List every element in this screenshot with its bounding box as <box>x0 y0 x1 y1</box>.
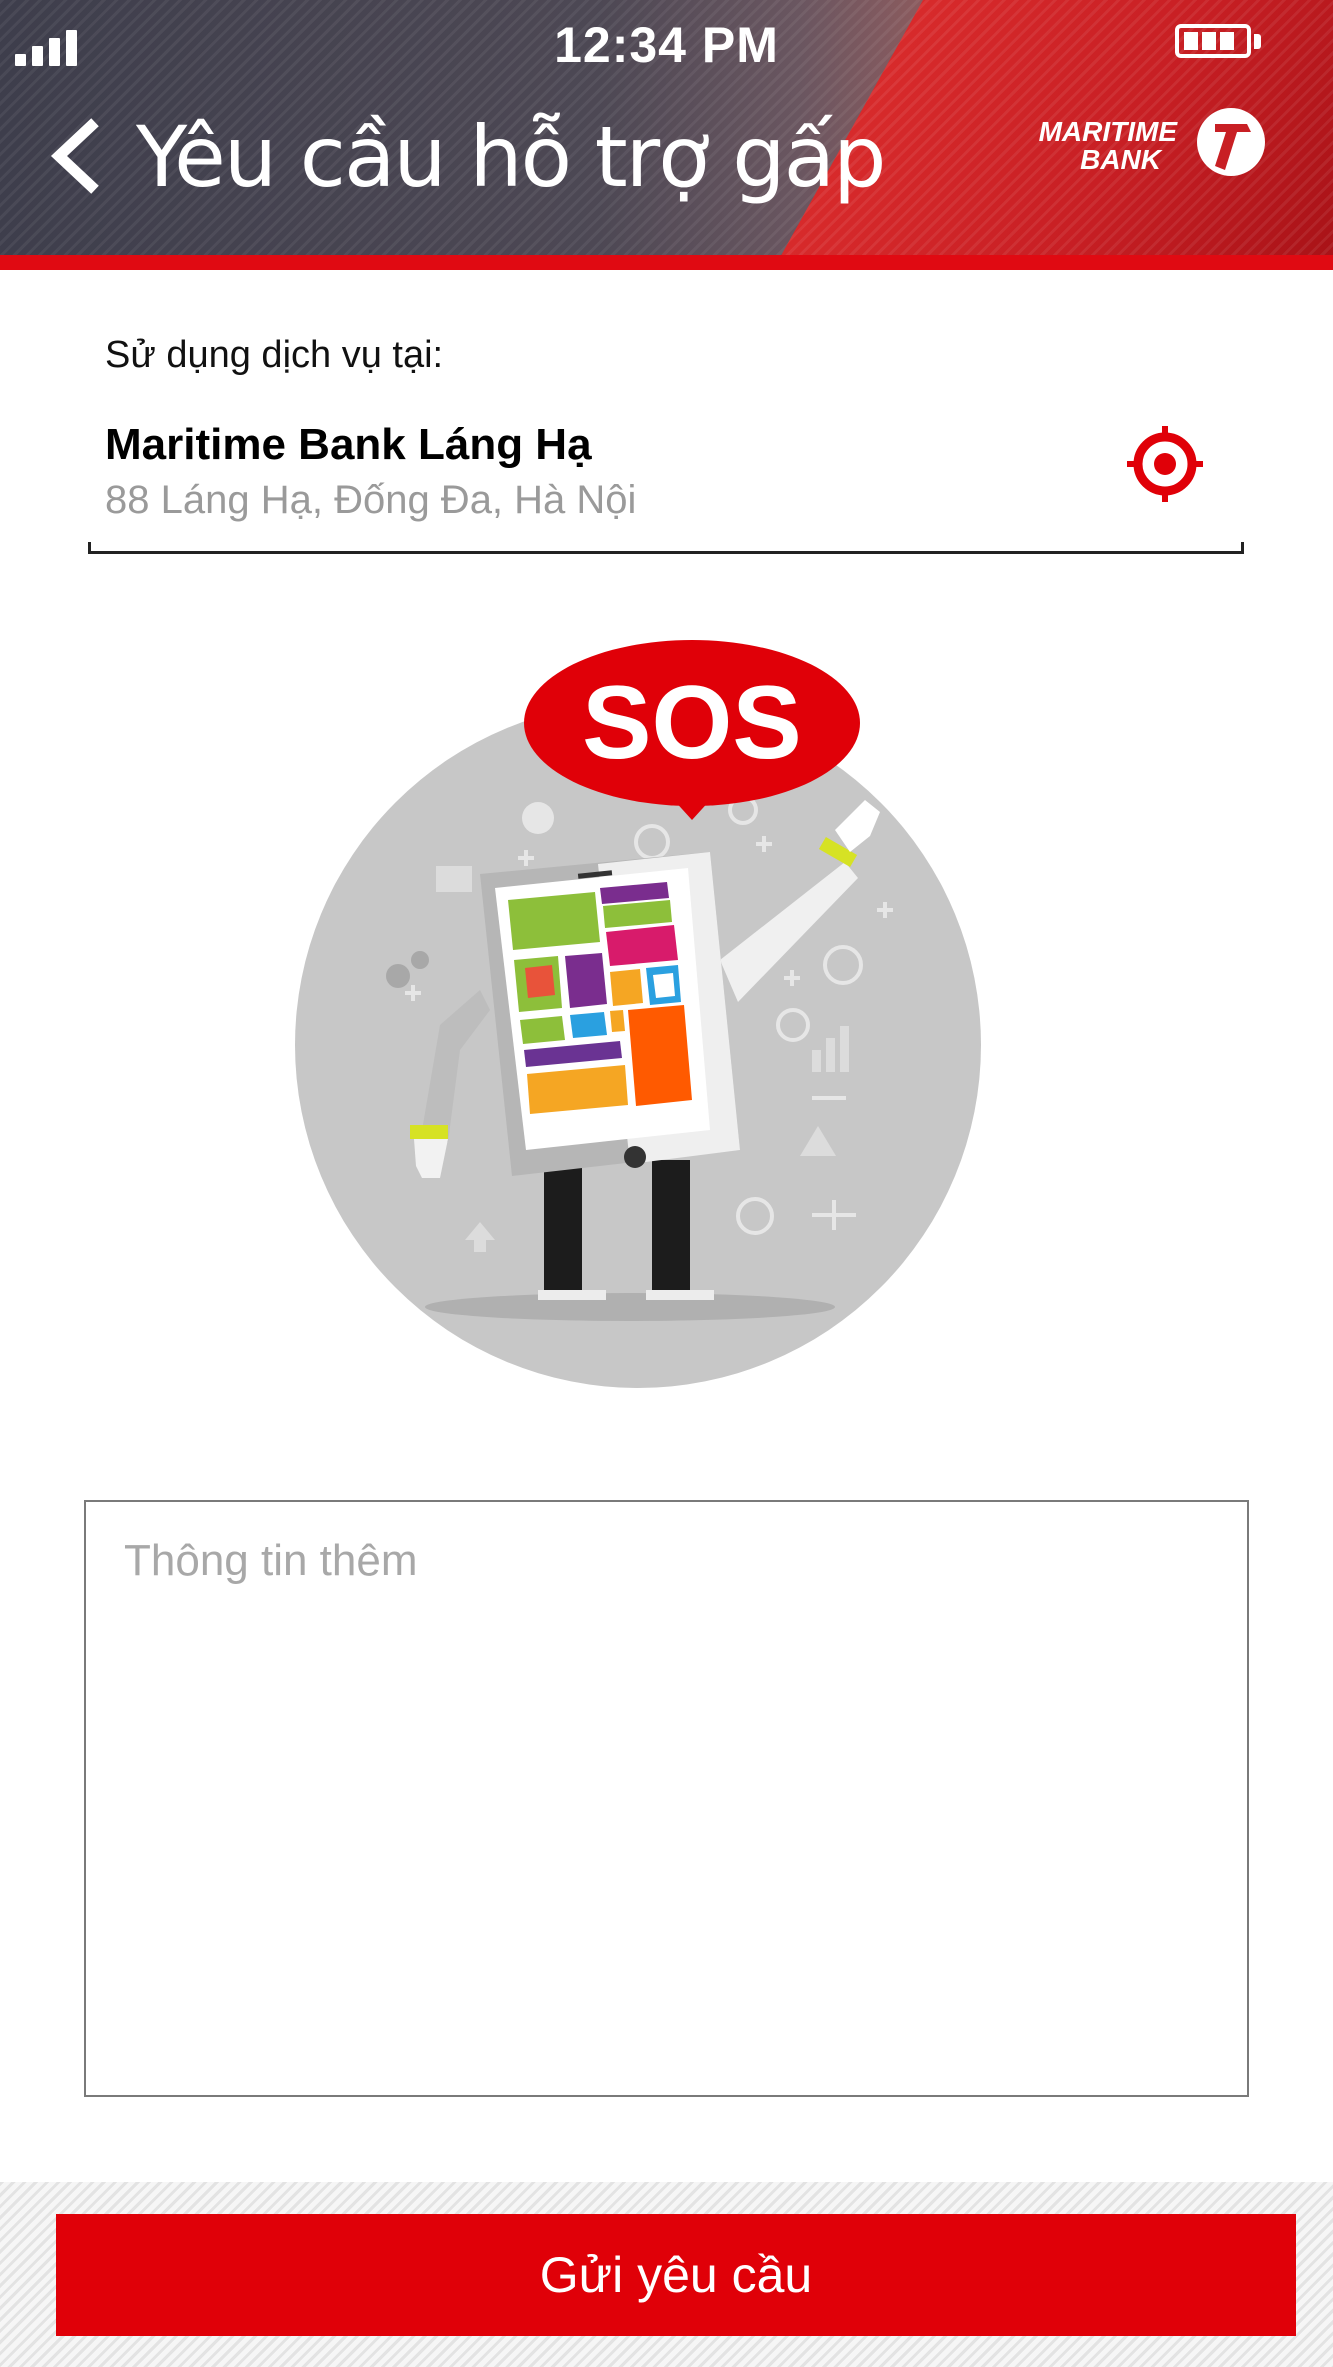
sos-illustration: SOS <box>290 630 990 1390</box>
logo-line2: BANK <box>1080 144 1161 175</box>
back-button[interactable] <box>45 118 105 194</box>
service-location-label: Sử dụng dịch vụ tại: <box>105 334 444 376</box>
status-time: 12:34 PM <box>554 17 779 73</box>
battery-icon <box>1175 24 1261 64</box>
app-header: 12:34 PM Yêu cầu hỗ trợ gấp MARITIME BAN… <box>0 0 1333 270</box>
sos-bubble-text: SOS <box>582 665 802 781</box>
additional-info-box <box>84 1500 1249 2097</box>
header-accent-bar <box>0 255 1333 270</box>
target-icon <box>1127 426 1203 502</box>
maritime-bank-mark-icon <box>1197 108 1265 176</box>
branch-name[interactable]: Maritime Bank Láng Hạ <box>105 420 592 470</box>
chevron-left-icon <box>50 118 99 194</box>
additional-info-input[interactable] <box>86 1502 1247 2095</box>
logo-line1: MARITIME <box>1038 116 1177 147</box>
maritime-bank-logo: MARITIME BANK <box>1017 106 1267 178</box>
submit-request-button[interactable]: Gửi yêu cầu <box>56 2214 1296 2336</box>
footer-bar: Gửi yêu cầu <box>0 2182 1333 2367</box>
status-bar: 12:34 PM <box>0 0 1333 90</box>
location-underline <box>88 542 1244 554</box>
page-title: Yêu cầu hỗ trợ gấp <box>136 108 886 206</box>
branch-address: 88 Láng Hạ, Đống Đa, Hà Nội <box>105 478 637 522</box>
locate-button[interactable] <box>1125 424 1205 504</box>
